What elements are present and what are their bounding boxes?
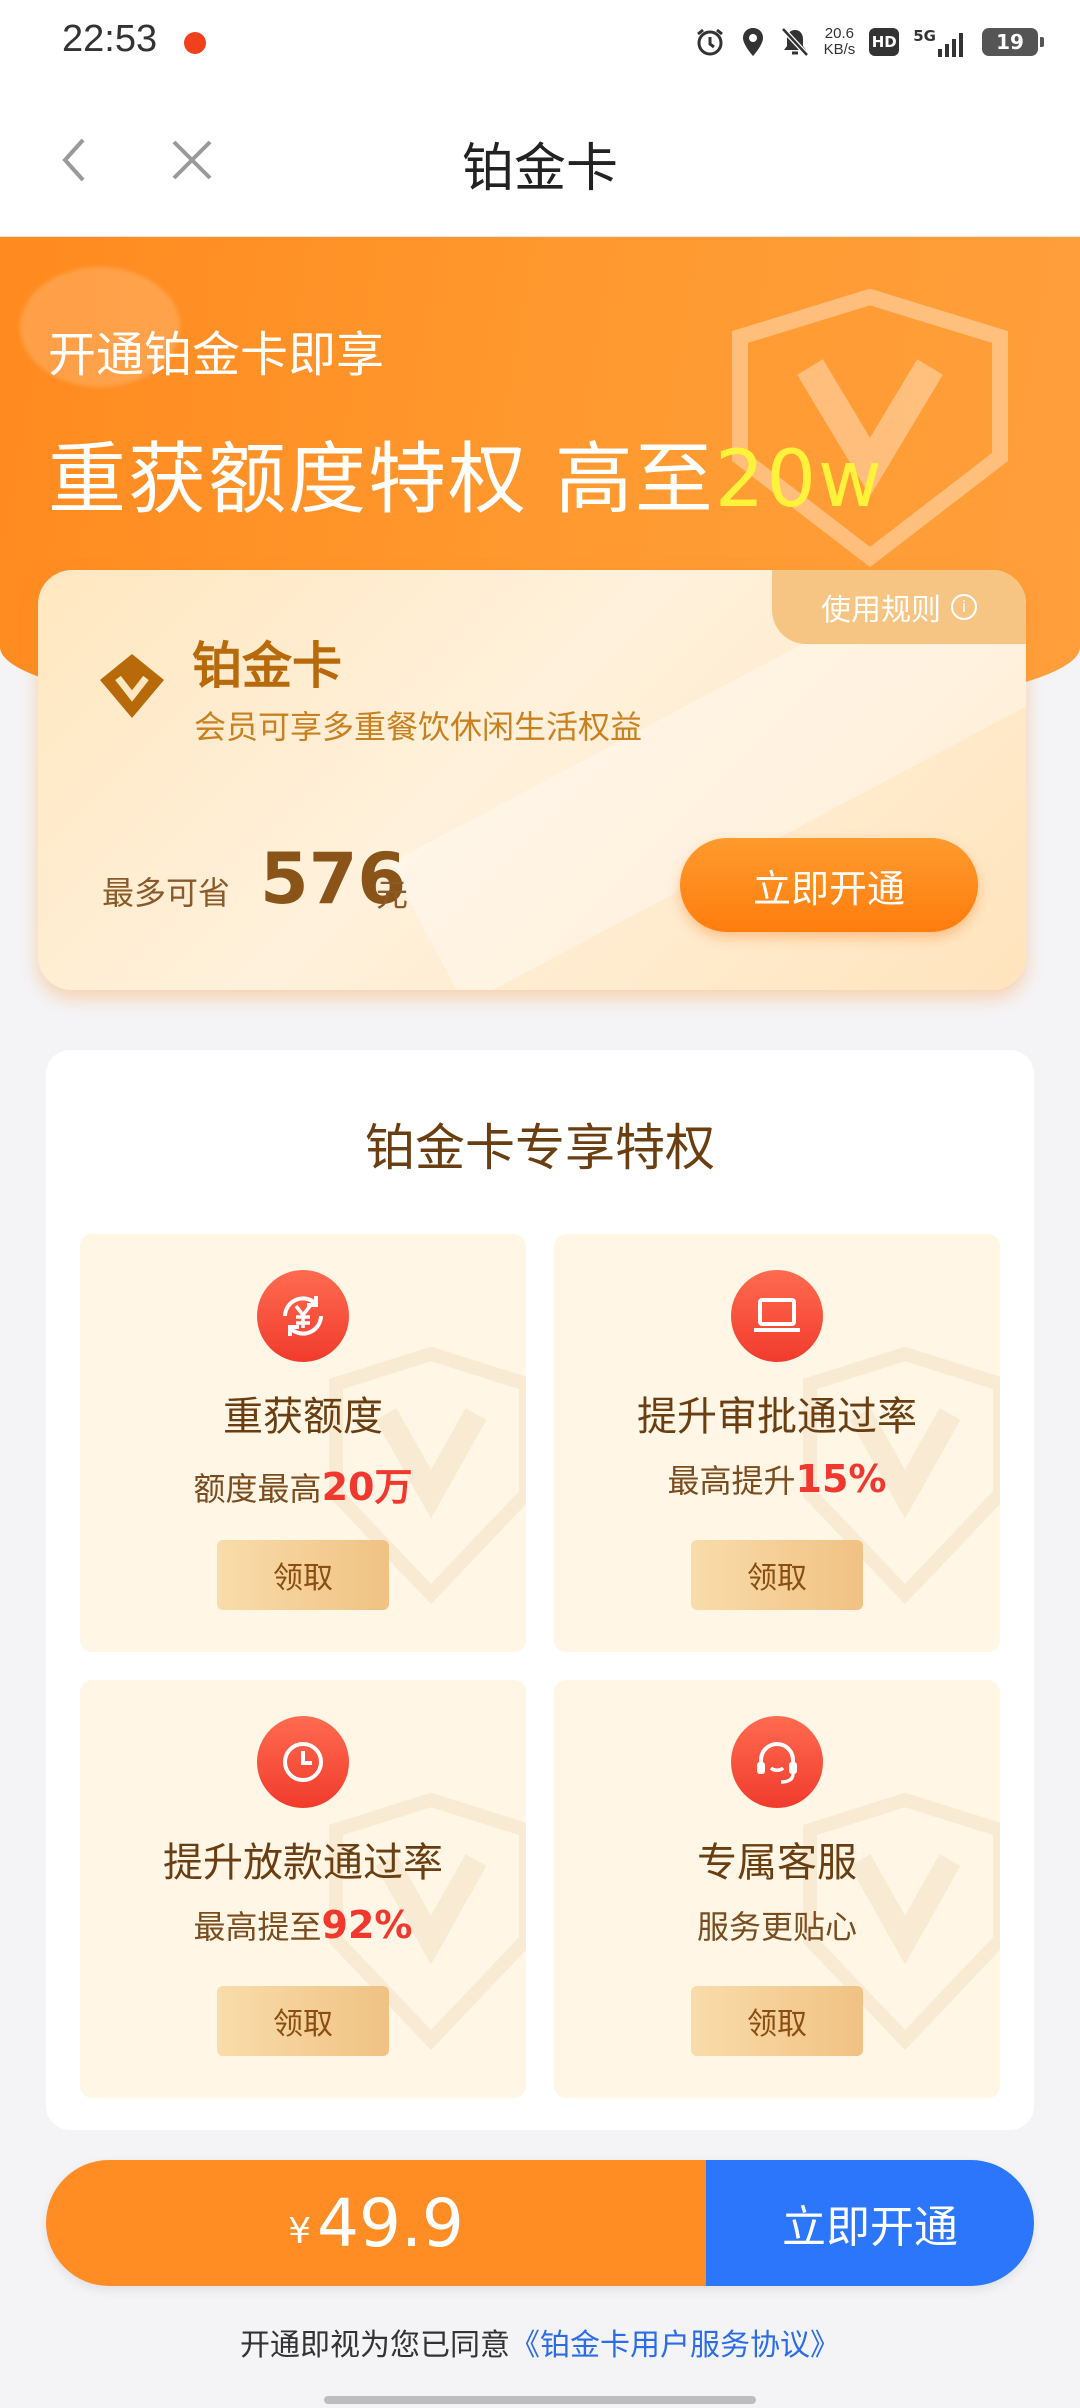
usage-rules-label: 使用规则 <box>821 593 941 628</box>
location-icon <box>742 28 763 56</box>
claim-button[interactable]: 领取 <box>217 1986 389 2056</box>
privilege-name: 重获额度 <box>223 1394 383 1440</box>
card-name: 铂金卡 <box>192 637 342 695</box>
hero-title-main: 重获额度特权 高至 <box>48 435 715 525</box>
hd-badge: HD <box>869 28 900 56</box>
net-speed: 20.6 KB/s <box>824 26 856 58</box>
privilege-desc-highlight: 92% <box>321 1903 413 1947</box>
privilege-name: 提升审批通过率 <box>637 1394 917 1440</box>
privilege-name: 提升放款通过率 <box>163 1840 443 1886</box>
yuan-refresh-icon <box>257 1270 349 1362</box>
privilege-desc-prefix: 最高提升 <box>667 1462 796 1500</box>
home-indicator[interactable] <box>324 2396 756 2404</box>
notification-app-icon <box>184 32 206 54</box>
diamond-v-logo-icon <box>100 654 164 718</box>
status-bar: 22:53 20.6 KB/s HD 5G 19 <box>0 0 1080 88</box>
claim-button[interactable]: 领取 <box>691 1986 863 2056</box>
privilege-tile-credit-restore: 重获额度 额度最高20万 领取 <box>80 1234 526 1652</box>
signal-icon: 5G <box>913 27 968 57</box>
privilege-tile-customer-service: 专属客服 服务更贴心 领取 <box>554 1680 1000 2098</box>
agreement-notice: 开通即视为您已同意《铂金卡用户服务协议》 <box>0 2320 1080 2364</box>
privilege-desc-prefix: 额度最高 <box>193 1470 322 1508</box>
battery-icon: 19 <box>982 28 1044 56</box>
laptop-icon <box>731 1270 823 1362</box>
privilege-desc-prefix: 服务更贴心 <box>696 1908 857 1946</box>
price-display: ¥ 49.9 <box>46 2160 706 2286</box>
activate-card-button[interactable]: 立即开通 <box>680 838 978 932</box>
privileges-title-text: 铂金卡专享特权 <box>359 1108 721 1180</box>
claim-button[interactable]: 领取 <box>691 1540 863 1610</box>
max-saving-unit: 元 <box>376 876 409 914</box>
privilege-desc: 额度最高20万 <box>80 1456 526 1511</box>
mute-icon <box>780 27 809 57</box>
network-label: 5G <box>913 27 936 45</box>
privilege-name: 专属客服 <box>697 1840 857 1886</box>
privilege-tile-loan-rate: 提升放款通过率 最高提至92% 领取 <box>80 1680 526 2098</box>
service-agreement-link[interactable]: 《铂金卡用户服务协议》 <box>510 2328 840 2363</box>
privileges-panel: 铂金卡专享特权 重获额度 额度最高20万 领取 提升审批通过率 最高提升15% … <box>46 1050 1034 2130</box>
info-icon: i <box>951 594 977 620</box>
status-icons: 20.6 KB/s HD 5G 19 <box>694 20 1044 64</box>
platinum-card: 使用规则 i 铂金卡 会员可享多重餐饮休闲生活权益 最多可省 576 元 立即开… <box>38 570 1026 990</box>
privilege-desc: 服务更贴心 <box>554 1902 1000 1948</box>
privileges-grid: 重获额度 额度最高20万 领取 提升审批通过率 最高提升15% 领取 提升放款通… <box>80 1234 1000 2098</box>
page-title: 铂金卡 <box>461 139 618 199</box>
card-description: 会员可享多重餐饮休闲生活权益 <box>194 708 643 746</box>
headset-icon <box>731 1716 823 1808</box>
price-currency: ¥ <box>288 2210 311 2252</box>
price-value: 49.9 <box>316 2184 464 2262</box>
agreement-text: 开通即视为您已同意 <box>240 2328 510 2363</box>
privilege-desc-highlight: 15% <box>795 1457 887 1501</box>
nav-bar: 铂金卡 <box>0 88 1080 237</box>
hero-title-highlight: 20w <box>714 435 884 525</box>
usage-rules-button[interactable]: 使用规则 i <box>772 570 1026 644</box>
net-speed-value: 20.6 <box>824 25 854 42</box>
status-time: 22:53 <box>62 18 158 60</box>
purchase-button[interactable]: 立即开通 <box>706 2160 1034 2286</box>
net-speed-unit: KB/s <box>823 41 856 58</box>
alarm-icon <box>696 28 723 56</box>
privilege-desc-prefix: 最高提至 <box>193 1908 322 1946</box>
hero-title: 重获额度特权 高至20w <box>48 417 884 529</box>
privileges-title: 铂金卡专享特权 <box>46 1108 1034 1180</box>
clock-icon <box>257 1716 349 1808</box>
purchase-bar: ¥ 49.9 立即开通 <box>46 2160 1034 2286</box>
privilege-tile-approval-rate: 提升审批通过率 最高提升15% 领取 <box>554 1234 1000 1652</box>
hero-subtitle: 开通铂金卡即享 <box>48 327 385 383</box>
claim-button[interactable]: 领取 <box>217 1540 389 1610</box>
privilege-desc: 最高提至92% <box>80 1902 526 1948</box>
privilege-desc-highlight: 20万 <box>321 1465 413 1509</box>
max-saving-label: 最多可省 <box>102 874 231 912</box>
privilege-desc: 最高提升15% <box>554 1456 1000 1502</box>
